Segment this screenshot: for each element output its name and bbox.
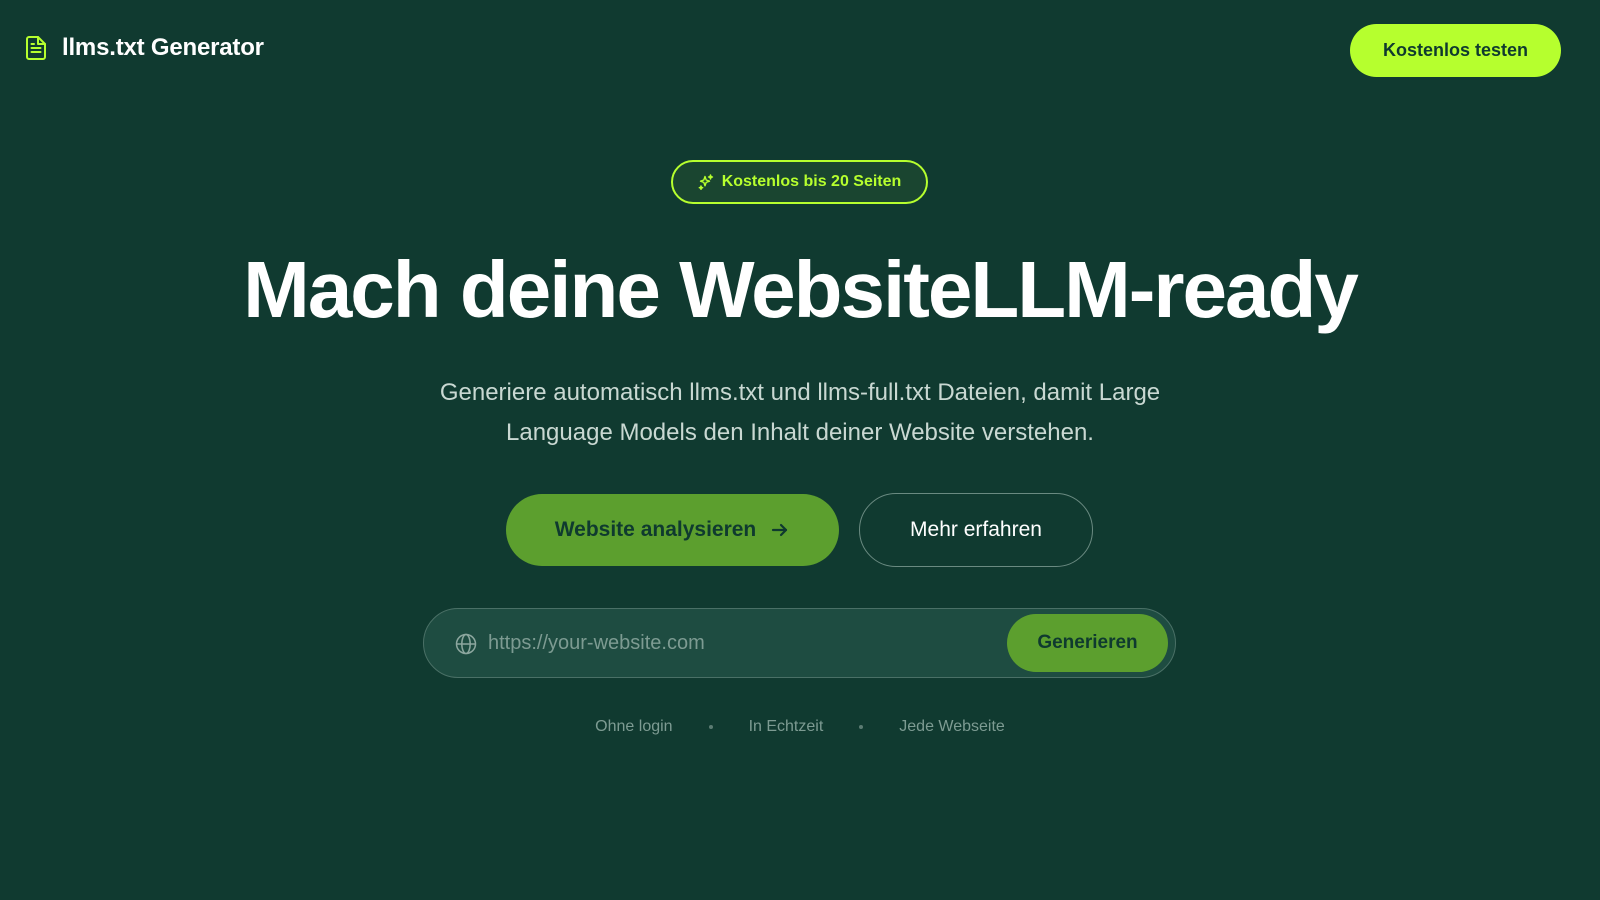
- sparkles-icon: [698, 174, 713, 190]
- website-url-input[interactable]: [488, 623, 968, 663]
- landing-page: llms.txt Generator Kostenlos testen Kost…: [0, 0, 1600, 900]
- analyze-website-button[interactable]: Website analysieren: [506, 494, 839, 566]
- free-pages-badge: Kostenlos bis 20 Seiten: [671, 160, 928, 204]
- separator-dot: [859, 725, 864, 729]
- brand[interactable]: llms.txt Generator: [24, 34, 264, 62]
- arrow-right-icon: [772, 523, 788, 537]
- feature-no-login: Ohne login: [595, 718, 673, 735]
- feature-any-website: Jede Webseite: [899, 718, 1005, 735]
- separator-dot: [708, 725, 713, 729]
- document-icon: [26, 36, 46, 60]
- hero-subtitle: Generiere automatisch llms.txt und llms-…: [390, 373, 1210, 453]
- try-free-button[interactable]: Kostenlos testen: [1350, 24, 1561, 77]
- feature-realtime: In Echtzeit: [748, 718, 824, 735]
- subtitle-line: Language Models den Inhalt deiner Websit…: [506, 419, 1094, 446]
- feature-list: Ohne login In Echtzeit Jede Webseite: [0, 718, 1600, 736]
- hero-headline: Mach deine WebsiteLLM-ready: [243, 245, 1359, 334]
- subtitle-line: Generiere automatisch llms.txt und llms-…: [439, 379, 1161, 406]
- analyze-website-label: Website analysieren: [554, 518, 757, 541]
- badge-text: Kostenlos bis 20 Seiten: [721, 173, 902, 190]
- brand-title: llms.txt Generator: [62, 34, 264, 61]
- learn-more-button[interactable]: Mehr erfahren: [859, 493, 1093, 567]
- generate-button[interactable]: Generieren: [1007, 614, 1168, 672]
- globe-icon: [455, 633, 477, 655]
- url-form: Generieren: [423, 608, 1176, 678]
